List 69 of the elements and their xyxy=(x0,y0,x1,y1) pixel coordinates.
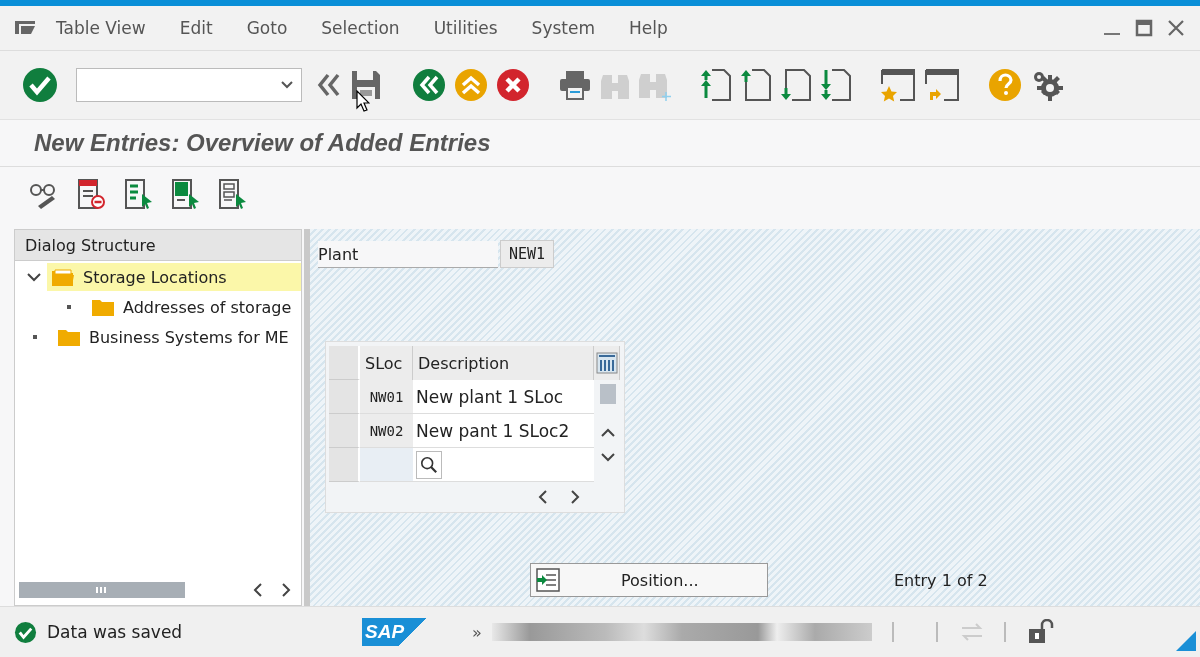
select-all-icon[interactable] xyxy=(122,178,154,210)
menu-item[interactable]: Edit xyxy=(179,18,213,38)
menu-item[interactable]: Table View xyxy=(56,18,146,38)
maximize-icon[interactable] xyxy=(1134,18,1154,38)
transfer-arrows-icon xyxy=(959,622,984,642)
mouse-pointer-icon xyxy=(356,90,370,112)
menu-item[interactable]: Goto xyxy=(246,18,288,38)
back-icon[interactable] xyxy=(412,68,446,102)
collapse-icon[interactable] xyxy=(27,272,41,282)
table-cell: New plant 1 SLoc xyxy=(413,380,594,414)
next-page-icon[interactable] xyxy=(780,68,812,102)
scroll-left-icon[interactable] xyxy=(538,490,548,504)
dropdown-icon[interactable] xyxy=(281,81,293,89)
tree-item[interactable]: Storage Locations xyxy=(47,263,301,291)
scroll-right-icon[interactable] xyxy=(281,583,291,597)
position-icon xyxy=(535,568,561,592)
scroll-up-icon[interactable] xyxy=(601,428,615,438)
magnifier-icon xyxy=(420,455,438,474)
command-field[interactable] xyxy=(76,68,302,102)
menu-item[interactable]: Help xyxy=(629,18,668,38)
splitter-handle[interactable] xyxy=(304,229,310,606)
last-page-icon[interactable] xyxy=(820,68,852,102)
sap-logo: SAP xyxy=(362,618,427,646)
entry-counter: Entry 1 of 2 xyxy=(894,570,988,590)
previous-page-icon[interactable] xyxy=(740,68,772,102)
window-arrow-icon[interactable] xyxy=(924,68,960,102)
screen-title: New Entries: Overview of Added Entries xyxy=(34,129,491,157)
panel-header: Dialog Structure xyxy=(15,230,301,261)
printer-icon[interactable] xyxy=(558,69,592,101)
search-help-button[interactable] xyxy=(416,450,442,479)
scrollbar-thumb[interactable] xyxy=(600,384,616,404)
expand-button[interactable]: » xyxy=(472,622,482,642)
position-button[interactable]: Position... xyxy=(530,563,768,597)
status-message: Data was saved xyxy=(47,622,184,642)
tree-item[interactable]: Business Systems for ME xyxy=(53,323,301,351)
menu-item[interactable]: Utilities xyxy=(433,18,498,38)
table-cell: New pant 1 SLoc2 xyxy=(413,414,594,448)
close-icon[interactable] xyxy=(1166,18,1186,38)
resize-corner-icon[interactable] xyxy=(1176,631,1196,651)
first-page-icon[interactable] xyxy=(700,68,732,102)
field-label: Plant xyxy=(318,240,498,268)
window-star-icon[interactable] xyxy=(880,68,916,102)
open-folder-icon xyxy=(51,267,75,287)
folder-icon xyxy=(57,327,81,347)
cancel-icon[interactable] xyxy=(496,68,530,102)
scroll-right-icon[interactable] xyxy=(570,490,580,504)
table-settings-icon[interactable] xyxy=(596,352,618,374)
menu-item[interactable]: Selection xyxy=(321,18,400,38)
success-icon xyxy=(14,620,37,644)
folder-icon xyxy=(91,297,115,317)
tree-item[interactable]: Addresses of storage xyxy=(87,293,301,321)
scroll-left-icon[interactable] xyxy=(253,583,263,597)
menu-item[interactable]: System xyxy=(531,18,595,38)
check-icon[interactable] xyxy=(22,67,58,103)
scroll-down-icon[interactable] xyxy=(601,452,615,462)
input-field[interactable] xyxy=(360,448,413,482)
column-header[interactable]: Description xyxy=(413,346,594,380)
select-block-icon[interactable] xyxy=(169,178,201,210)
plant-field[interactable]: NEW1 xyxy=(500,240,554,268)
deselect-all-icon[interactable] xyxy=(216,178,248,210)
table-cell: NW02 xyxy=(360,414,413,448)
table-cell: NW01 xyxy=(360,380,413,414)
bullet-icon xyxy=(33,335,37,339)
unlocked-padlock-icon[interactable] xyxy=(1027,619,1054,645)
bullet-icon xyxy=(67,305,71,309)
column-header[interactable]: SLoc xyxy=(360,346,413,380)
scrollbar-thumb[interactable] xyxy=(19,582,185,598)
delete-entry-icon[interactable] xyxy=(75,178,107,210)
save-icon[interactable] xyxy=(350,69,382,101)
